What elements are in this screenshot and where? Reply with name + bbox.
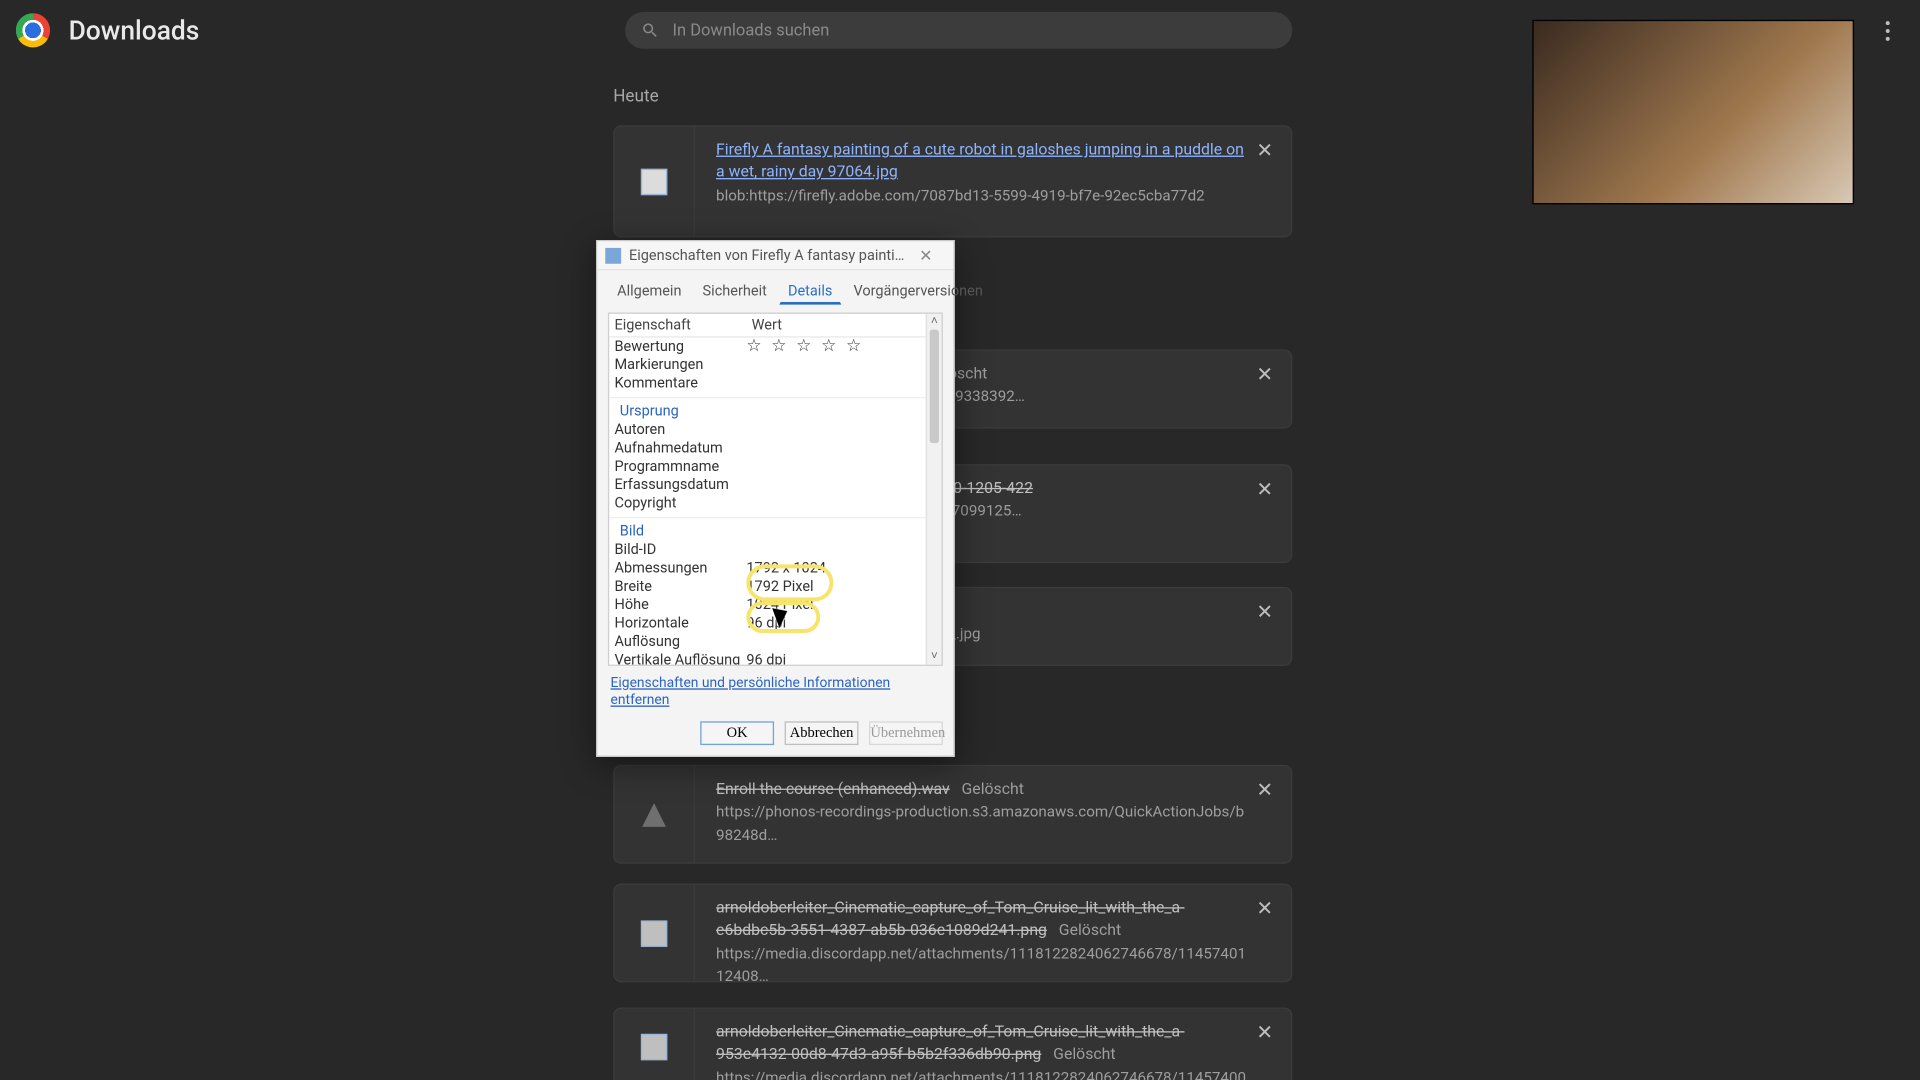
ok-button[interactable]: OK bbox=[700, 721, 774, 745]
file-thumbnail bbox=[641, 1034, 667, 1060]
close-icon[interactable]: ✕ bbox=[1254, 779, 1275, 800]
prop-copyright: Copyright bbox=[615, 495, 747, 513]
download-filename[interactable]: Enroll the course (enhanced).wav bbox=[716, 779, 950, 797]
scroll-down-icon[interactable]: ˅ bbox=[927, 649, 942, 665]
dialog-icon bbox=[605, 247, 621, 263]
close-icon[interactable]: ✕ bbox=[1254, 479, 1275, 500]
download-source: https://media.discordapp.net/attachments… bbox=[716, 1068, 1246, 1080]
col-value: Wert bbox=[746, 314, 941, 336]
remove-properties-link[interactable]: Eigenschaften und persönliche Informatio… bbox=[611, 674, 941, 708]
download-item: Enroll the course (enhanced).wav Gelösch… bbox=[613, 765, 1292, 864]
webcam-overlay bbox=[1532, 20, 1854, 205]
properties-dialog: Eigenschaften von Firefly A fantasy pain… bbox=[596, 240, 955, 757]
prop-date-taken: Aufnahmedatum bbox=[615, 439, 747, 457]
download-source: https://phonos-recordings-production.s3.… bbox=[716, 802, 1244, 843]
dialog-close-button[interactable]: ✕ bbox=[906, 246, 946, 264]
download-source: https://media.discordapp.net/attachments… bbox=[716, 944, 1246, 985]
prop-hres: Horizontale Auflösung bbox=[615, 615, 747, 652]
close-icon[interactable]: ✕ bbox=[1254, 898, 1275, 919]
scrollbar[interactable]: ˄ ˅ bbox=[926, 314, 942, 665]
prop-authors: Autoren bbox=[615, 421, 747, 439]
prop-width: Breite bbox=[615, 578, 747, 596]
prop-height: Höhe bbox=[615, 596, 747, 614]
tab-general[interactable]: Allgemein bbox=[608, 278, 691, 304]
section-heading-today: Heute bbox=[613, 87, 658, 107]
close-icon[interactable]: ✕ bbox=[1254, 364, 1275, 385]
prop-vres: Vertikale Auflösung bbox=[615, 651, 747, 664]
page-title: Downloads bbox=[69, 15, 200, 47]
dialog-title: Eigenschaften von Firefly A fantasy pain… bbox=[629, 247, 906, 264]
close-icon[interactable]: ✕ bbox=[1254, 601, 1275, 622]
tab-previous[interactable]: Vorgängerversionen bbox=[844, 278, 992, 304]
close-icon[interactable]: ✕ bbox=[1254, 140, 1275, 161]
file-thumbnail bbox=[641, 168, 667, 194]
search-icon bbox=[641, 21, 659, 39]
download-item: Firefly A fantasy painting of a cute rob… bbox=[613, 125, 1292, 237]
val-vres: 96 dpi bbox=[746, 651, 920, 664]
properties-list[interactable]: Bewertung☆ ☆ ☆ ☆ ☆ Markierungen Kommenta… bbox=[609, 338, 925, 665]
tab-security[interactable]: Sicherheit bbox=[693, 278, 776, 304]
section-image: Bild bbox=[615, 522, 747, 540]
prop-rating: Bewertung bbox=[615, 338, 747, 356]
audio-icon bbox=[642, 802, 666, 826]
close-icon[interactable]: ✕ bbox=[1254, 1022, 1275, 1043]
search-placeholder: In Downloads suchen bbox=[673, 20, 830, 40]
prop-image-id: Bild-ID bbox=[615, 541, 747, 559]
file-thumbnail bbox=[641, 920, 667, 946]
val-dimensions: 1792 x 1024 bbox=[746, 559, 920, 577]
chrome-icon bbox=[16, 13, 50, 47]
download-status: Gelöscht bbox=[1053, 1045, 1115, 1063]
download-status: Gelöscht bbox=[1059, 921, 1121, 939]
col-property: Eigenschaft bbox=[609, 314, 746, 336]
download-item: arnoldoberleiter_Cinematic_capture_of_To… bbox=[613, 884, 1292, 983]
prop-date-acquired: Erfassungsdatum bbox=[615, 476, 747, 494]
prop-dimensions: Abmessungen bbox=[615, 559, 747, 577]
search-input[interactable]: In Downloads suchen bbox=[625, 12, 1292, 49]
overflow-menu-icon[interactable] bbox=[1875, 18, 1899, 42]
prop-markers: Markierungen bbox=[615, 356, 747, 374]
download-status: Gelöscht bbox=[962, 779, 1024, 797]
val-hres: 96 dpi bbox=[746, 615, 920, 652]
rating-stars[interactable]: ☆ ☆ ☆ ☆ ☆ bbox=[746, 338, 920, 356]
cursor-icon bbox=[775, 605, 791, 629]
prop-program: Programmname bbox=[615, 458, 747, 476]
section-origin: Ursprung bbox=[615, 402, 747, 420]
val-width: 1792 Pixel bbox=[746, 578, 920, 596]
scroll-thumb[interactable] bbox=[930, 330, 939, 443]
cancel-button[interactable]: Abbrechen bbox=[785, 721, 859, 745]
download-filename[interactable]: Firefly A fantasy painting of a cute rob… bbox=[716, 140, 1244, 181]
prop-comments: Kommentare bbox=[615, 375, 747, 393]
apply-button[interactable]: Übernehmen bbox=[869, 721, 943, 745]
download-source: blob:https://firefly.adobe.com/7087bd13-… bbox=[716, 186, 1205, 204]
tab-details[interactable]: Details bbox=[779, 278, 842, 304]
download-item: arnoldoberleiter_Cinematic_capture_of_To… bbox=[613, 1007, 1292, 1080]
scroll-up-icon[interactable]: ˄ bbox=[927, 314, 942, 330]
